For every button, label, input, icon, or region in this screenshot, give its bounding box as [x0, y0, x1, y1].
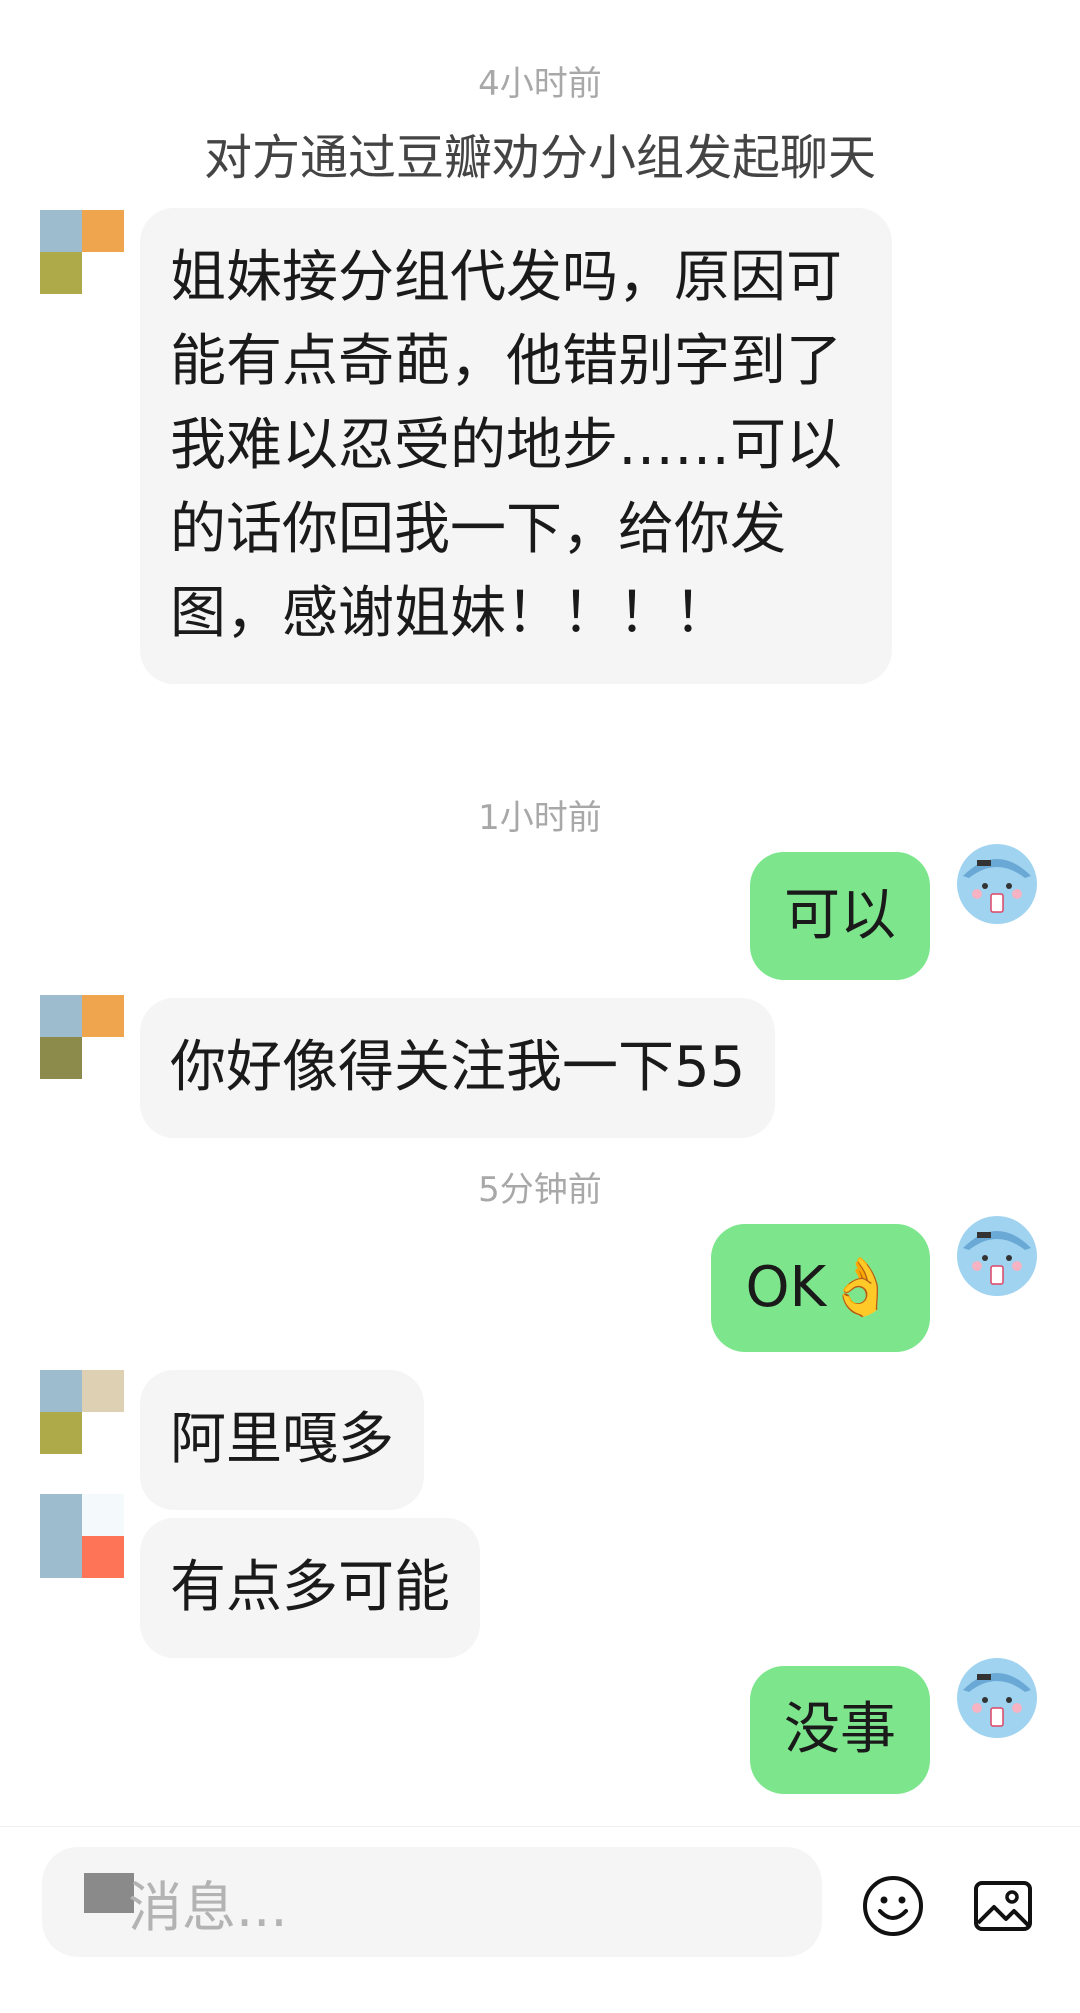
user-avatar[interactable] — [955, 842, 1039, 926]
message-bubble-outgoing[interactable]: 没事 — [750, 1666, 930, 1794]
message-bubble-incoming[interactable]: 有点多可能 — [140, 1518, 480, 1658]
chat-thread: 4小时前 对方通过豆瓣劝分小组发起聊天 姐妹接分组代发吗，原因可能有点奇葩，他错… — [0, 0, 1080, 1826]
contact-avatar[interactable] — [40, 1370, 124, 1454]
timestamp: 5分钟前 — [478, 1170, 602, 1210]
message-input[interactable]: 消息... — [42, 1847, 822, 1957]
blue-character-avatar-icon — [957, 1216, 1037, 1296]
redacted-block — [84, 1873, 134, 1913]
contact-avatar[interactable] — [40, 210, 124, 294]
blue-character-avatar-icon — [957, 1658, 1037, 1738]
image-picker-icon[interactable] — [972, 1875, 1034, 1937]
system-note: 对方通过豆瓣劝分小组发起聊天 — [203, 130, 876, 186]
smiley-icon[interactable] — [862, 1875, 924, 1937]
message-input-placeholder: 消息... — [128, 1876, 288, 1939]
message-bubble-incoming[interactable]: 你好像得关注我一下55 — [140, 998, 776, 1138]
blue-character-avatar-icon — [957, 844, 1037, 924]
timestamp: 4小时前 — [478, 64, 602, 104]
timestamp: 1小时前 — [478, 798, 602, 838]
message-bubble-incoming[interactable]: 姐妹接分组代发吗，原因可能有点奇葩，他错别字到了我难以忍受的地步……可以的话你回… — [140, 208, 892, 684]
user-avatar[interactable] — [955, 1214, 1039, 1298]
message-bubble-outgoing[interactable]: OK👌 — [711, 1224, 930, 1352]
message-bubble-outgoing[interactable]: 可以 — [750, 852, 930, 980]
message-bubble-incoming[interactable]: 阿里嘎多 — [140, 1370, 424, 1510]
user-avatar[interactable] — [955, 1656, 1039, 1740]
contact-avatar[interactable] — [40, 995, 124, 1079]
contact-avatar[interactable] — [40, 1494, 124, 1578]
composer-bar: 消息... — [0, 1826, 1080, 2013]
